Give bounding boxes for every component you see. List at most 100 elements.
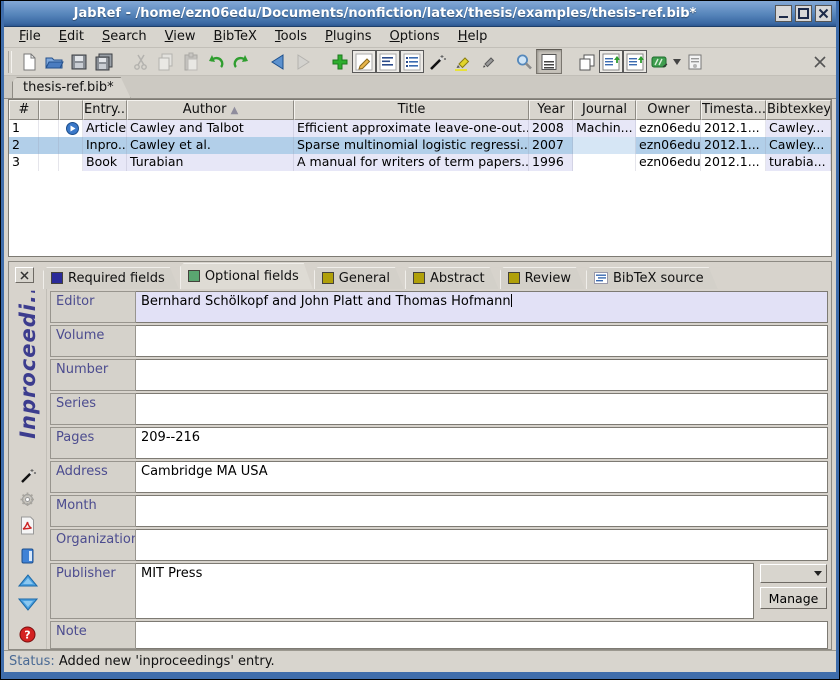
search-button[interactable] <box>511 49 536 74</box>
toggle-groups-button[interactable] <box>376 50 400 73</box>
column-header-bibtexkey[interactable]: Bibtexkey <box>766 100 831 120</box>
next-entry-button[interactable] <box>18 595 38 612</box>
back-button[interactable] <box>265 49 290 74</box>
column-header-file[interactable] <box>59 100 83 120</box>
minimize-button[interactable] <box>775 5 792 22</box>
close-entry-editor-button[interactable] <box>15 267 34 283</box>
open-database-button[interactable] <box>41 49 66 74</box>
import-into-database-button[interactable] <box>623 50 647 73</box>
chevron-down-icon <box>673 59 681 65</box>
column-header-entrytype[interactable]: Entry... <box>83 100 127 120</box>
window-controls <box>775 5 836 22</box>
note-field-input[interactable] <box>136 621 828 649</box>
manage-button[interactable]: Manage <box>760 587 827 609</box>
tab-optional-fields[interactable]: Optional fields <box>180 263 313 289</box>
tab-general[interactable]: General <box>314 267 404 289</box>
cell-owner: ezn06edu <box>636 137 701 154</box>
help-button[interactable]: ? <box>18 626 38 643</box>
unmark-entries-button[interactable] <box>474 49 499 74</box>
close-icon <box>20 271 29 280</box>
previous-entry-button[interactable] <box>18 573 38 590</box>
pages-field-input[interactable]: 209--216 <box>136 427 828 459</box>
field-row-editor: Editor Bernhard Schölkopf and John Platt… <box>50 291 828 323</box>
optional-fields-form: Editor Bernhard Schölkopf and John Platt… <box>47 289 831 649</box>
paste-icon <box>181 52 201 72</box>
menu-edit[interactable]: Edit <box>50 27 93 47</box>
close-button[interactable] <box>815 5 832 22</box>
column-header-journal[interactable]: Journal <box>573 100 636 120</box>
number-field-input[interactable] <box>136 359 828 391</box>
search-icon <box>514 52 534 72</box>
toolbar-close-button[interactable] <box>807 49 832 74</box>
new-entry-button[interactable] <box>327 49 352 74</box>
review-icon <box>508 272 520 284</box>
generate-key-button[interactable] <box>18 467 38 485</box>
cell-timestamp: 2012.1... <box>701 137 766 154</box>
tab-required-fields[interactable]: Required fields <box>43 267 179 289</box>
push-to-application-button[interactable] <box>647 49 672 74</box>
statusbar: Status: Added new 'inproceedings' entry. <box>4 650 836 672</box>
mark-entries-button[interactable] <box>449 49 474 74</box>
table-row[interactable]: 3 Book Turabian A manual for writers of … <box>9 154 831 171</box>
menu-bibtex[interactable]: BibTeX <box>205 27 266 47</box>
save-database-button[interactable] <box>66 49 91 74</box>
series-field-input[interactable] <box>136 393 828 425</box>
menu-search[interactable]: Search <box>93 27 156 47</box>
save-all-button[interactable] <box>91 49 116 74</box>
editor-field-input[interactable]: Bernhard Schölkopf and John Platt and Th… <box>136 291 828 323</box>
maximize-button[interactable] <box>795 5 812 22</box>
pencil-icon <box>355 53 373 71</box>
column-header-author[interactable]: Author ▲ <box>127 100 294 120</box>
menu-file[interactable]: File <box>10 27 50 47</box>
external-link-icon[interactable] <box>59 120 83 137</box>
pdf-button[interactable] <box>18 516 38 535</box>
database-tab[interactable]: thesis-ref.bib* <box>12 77 131 98</box>
column-header-number[interactable]: # <box>9 100 39 120</box>
column-header-owner[interactable]: Owner <box>636 100 701 120</box>
column-header-timestamp[interactable]: Timesta... <box>701 100 766 120</box>
open-file-button[interactable] <box>682 49 707 74</box>
new-from-plaintext-button[interactable] <box>599 50 623 73</box>
column-header-ranking[interactable] <box>39 100 59 120</box>
menu-view[interactable]: View <box>156 27 205 47</box>
cell-file <box>59 154 83 171</box>
address-field-input[interactable]: Cambridge MA USA <box>136 461 828 493</box>
cell-title: Sparse multinomial logistic regressi... <box>294 137 529 154</box>
settings-button[interactable] <box>18 491 38 508</box>
field-row-organization: Organization <box>50 529 828 561</box>
tab-bibtex-source[interactable]: BibTeX source <box>586 267 718 289</box>
status-message: Added new 'inproceedings' entry. <box>59 654 275 669</box>
titlebar[interactable]: JabRef - /home/ezn06edu/Documents/nonfic… <box>4 1 836 27</box>
table-row-selected[interactable]: 2 Inpro... Cawley et al. Sparse multinom… <box>9 137 831 154</box>
table-row[interactable]: 1 Article Cawley and Talbot Efficient ap… <box>9 120 831 137</box>
publisher-field-input[interactable]: MIT Press <box>136 563 754 619</box>
volume-field-input[interactable] <box>136 325 828 357</box>
menu-help[interactable]: Help <box>449 27 497 47</box>
menu-tools[interactable]: Tools <box>266 27 316 47</box>
cell-author: Cawley and Talbot <box>127 120 294 137</box>
toggle-preview-button[interactable] <box>400 50 424 73</box>
new-database-button[interactable] <box>16 49 41 74</box>
menu-options[interactable]: Options <box>381 27 449 47</box>
column-header-year[interactable]: Year <box>529 100 573 120</box>
column-header-title[interactable]: Title <box>294 100 529 120</box>
toggle-search-button[interactable] <box>536 49 562 74</box>
copy-key-button[interactable] <box>18 547 38 565</box>
publisher-combo[interactable] <box>760 564 827 583</box>
organization-field-input[interactable] <box>136 529 828 561</box>
autogenerate-keys-button[interactable] <box>424 49 449 74</box>
menu-plugins[interactable]: Plugins <box>316 27 381 47</box>
entry-editor-sidebar: Inproceedi... ? <box>9 289 47 649</box>
push-dropdown-button[interactable] <box>672 59 682 65</box>
tab-abstract[interactable]: Abstract <box>405 267 499 289</box>
month-field-input[interactable] <box>136 495 828 527</box>
tab-review[interactable]: Review <box>500 267 585 289</box>
list-bullets-icon <box>403 53 421 71</box>
toolbar-handle[interactable] <box>8 51 12 73</box>
duplicate-check-button[interactable] <box>574 49 599 74</box>
edit-entry-button[interactable] <box>352 50 376 73</box>
redo-button[interactable] <box>228 49 253 74</box>
field-label: Note <box>50 621 136 649</box>
field-label: Publisher <box>50 563 136 619</box>
undo-button[interactable] <box>203 49 228 74</box>
